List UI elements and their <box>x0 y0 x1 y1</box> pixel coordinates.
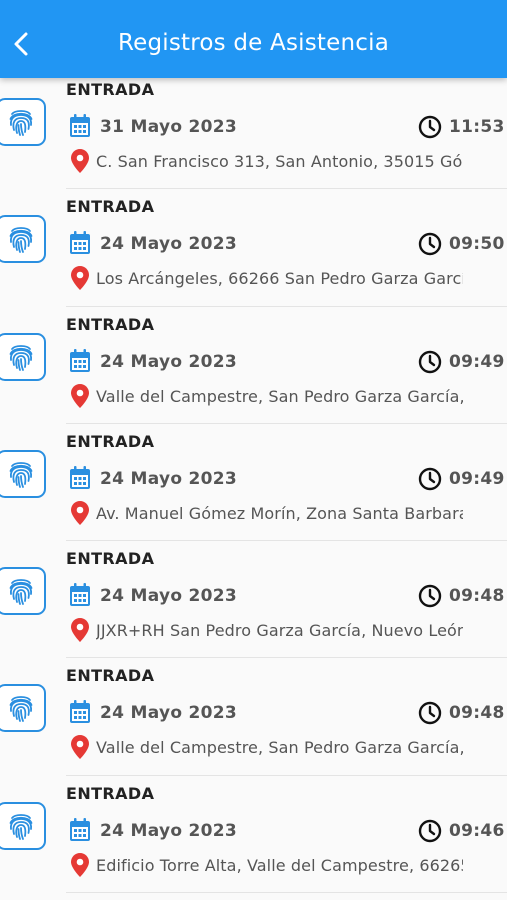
record-type-label: ENTRADA <box>66 431 155 451</box>
calendar-icon <box>69 583 91 607</box>
record-date: 24 Mayo 2023 <box>100 703 238 724</box>
list-item[interactable]: ENTRADA 24 Mayo 2023 09:49 Av. Manuel Gó… <box>0 424 507 542</box>
clock-icon <box>418 701 442 725</box>
clock-icon <box>418 819 442 843</box>
attendance-record-list: ENTRADA 31 Mayo 2023 11:53 C. San Franci… <box>0 72 507 894</box>
record-address: Valle del Campestre, San Pedro Garza Gar… <box>96 386 463 406</box>
clock-icon <box>418 467 442 491</box>
record-date: 24 Mayo 2023 <box>100 351 238 372</box>
fingerprint-icon <box>0 332 46 381</box>
record-type-label: ENTRADA <box>66 666 155 686</box>
record-type-label: ENTRADA <box>66 197 155 217</box>
record-date: 24 Mayo 2023 <box>100 586 238 607</box>
app-bar: Registros de Asistencia <box>0 0 507 78</box>
clock-icon <box>418 584 442 608</box>
fingerprint-icon <box>0 801 46 850</box>
list-item[interactable]: ENTRADA 31 Mayo 2023 11:53 C. San Franci… <box>0 72 507 190</box>
calendar-icon <box>69 231 91 255</box>
fingerprint-icon <box>0 449 46 498</box>
location-pin-icon <box>71 500 89 525</box>
record-time: 09:50 <box>449 234 505 255</box>
record-type-label: ENTRADA <box>66 783 155 803</box>
fingerprint-icon <box>0 567 46 616</box>
record-address: Edificio Torre Alta, Valle del Campestre… <box>96 855 463 875</box>
clock-icon <box>418 350 442 374</box>
record-time: 09:49 <box>449 468 505 489</box>
divider <box>66 892 507 894</box>
location-pin-icon <box>71 852 89 877</box>
calendar-icon <box>69 465 91 490</box>
calendar-icon <box>69 114 91 138</box>
location-pin-icon <box>71 383 89 408</box>
record-address: Valle del Campestre, San Pedro Garza Gar… <box>96 738 463 758</box>
list-item[interactable]: ENTRADA 24 Mayo 2023 09:50 Los Arcángele… <box>0 189 507 307</box>
record-time: 09:46 <box>449 820 505 841</box>
fingerprint-icon <box>0 215 46 264</box>
record-address: C. San Francisco 313, San Antonio, 35015… <box>96 152 463 171</box>
list-item[interactable]: ENTRADA 24 Mayo 2023 09:48 JJXR+RH San P… <box>0 541 507 659</box>
list-item[interactable]: ENTRADA 24 Mayo 2023 09:46 Edificio Torr… <box>0 776 507 894</box>
record-time: 11:53 <box>449 117 505 137</box>
record-date: 31 Mayo 2023 <box>100 117 238 137</box>
record-time: 09:48 <box>449 586 505 607</box>
record-address: Av. Manuel Gómez Morín, Zona Santa Barba… <box>96 503 463 523</box>
clock-icon <box>418 115 442 139</box>
record-time: 09:49 <box>449 351 505 372</box>
list-item[interactable]: ENTRADA 24 Mayo 2023 09:49 Valle del Cam… <box>0 307 507 424</box>
location-pin-icon <box>71 266 89 291</box>
clock-icon <box>418 232 442 256</box>
record-address: JJXR+RH San Pedro Garza García, Nuevo Le… <box>96 621 463 641</box>
calendar-icon <box>69 348 91 373</box>
record-type-label: ENTRADA <box>66 314 155 334</box>
record-date: 24 Mayo 2023 <box>100 234 238 255</box>
record-type-label: ENTRADA <box>66 80 155 99</box>
location-pin-icon <box>71 618 89 643</box>
calendar-icon <box>69 700 91 724</box>
record-type-label: ENTRADA <box>66 549 155 569</box>
list-item[interactable]: ENTRADA 24 Mayo 2023 09:48 Valle del Cam… <box>0 658 507 776</box>
page-title: Registros de Asistencia <box>117 30 390 56</box>
location-pin-icon <box>71 149 89 173</box>
record-date: 24 Mayo 2023 <box>100 820 238 841</box>
record-address: Los Arcángeles, 66266 San Pedro Garza Ga… <box>96 269 463 289</box>
record-date: 24 Mayo 2023 <box>100 468 238 489</box>
location-pin-icon <box>71 735 89 760</box>
record-time: 09:48 <box>449 703 505 724</box>
fingerprint-icon <box>0 98 46 146</box>
fingerprint-icon <box>0 684 46 733</box>
calendar-icon <box>69 817 91 842</box>
